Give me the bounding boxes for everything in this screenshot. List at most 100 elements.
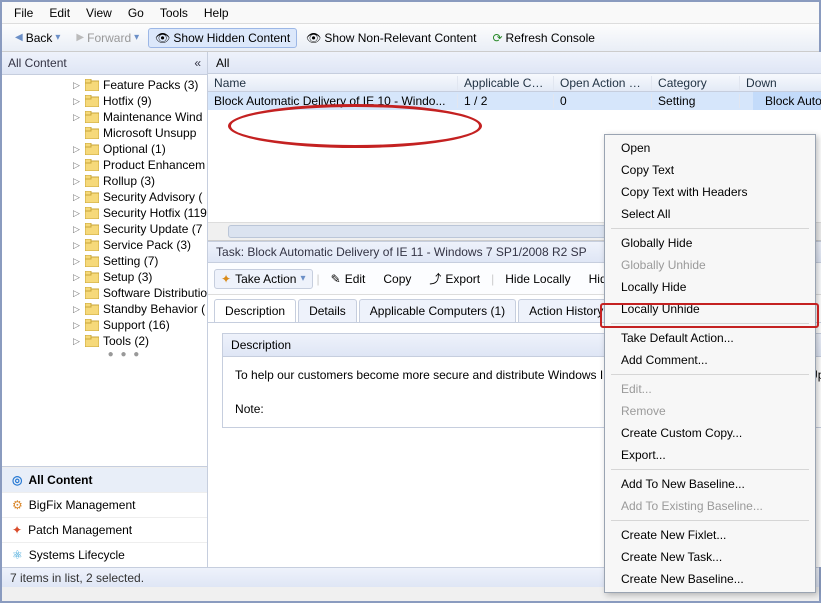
tree-item[interactable]: ▷Hotfix (9): [2, 93, 207, 109]
col-applicable[interactable]: Applicable Co...: [458, 76, 554, 90]
nav-label: All Content: [28, 473, 92, 487]
col-name[interactable]: Name: [208, 76, 458, 90]
menu-view[interactable]: View: [78, 4, 120, 22]
context-menu-item[interactable]: Create Custom Copy...: [607, 422, 813, 444]
edit-button[interactable]: ✎ Edit: [324, 269, 373, 289]
tree-item[interactable]: ▷Tools (2): [2, 333, 207, 349]
refresh-button[interactable]: ⟳ Refresh Console: [485, 28, 601, 48]
tab-description[interactable]: Description: [214, 299, 296, 322]
show-hidden-button[interactable]: 👁 Show Hidden Content: [148, 28, 297, 48]
expand-icon[interactable]: ▷: [72, 192, 81, 203]
context-menu-item[interactable]: Add Comment...: [607, 349, 813, 371]
menu-tools[interactable]: Tools: [152, 4, 196, 22]
tree-item[interactable]: Microsoft Unsupp: [2, 125, 207, 141]
take-action-button[interactable]: ✦ Take Action ▾: [214, 269, 312, 289]
tree-item[interactable]: ▷ Standby Behavior (: [2, 301, 207, 317]
grid-row[interactable]: Block Automatic Delivery of IE 11 - Wind…: [753, 92, 821, 110]
tree-item[interactable]: ▷Software Distributio: [2, 285, 207, 301]
context-menu-item[interactable]: Create New Fixlet...: [607, 524, 813, 546]
tree-item[interactable]: ▷Setting (7): [2, 253, 207, 269]
col-open-action[interactable]: Open Action C...: [554, 76, 652, 90]
context-menu-item[interactable]: Locally Unhide: [607, 298, 813, 320]
expand-icon[interactable]: ▷: [72, 224, 81, 235]
nav-item[interactable]: ◎ All Content: [2, 467, 207, 492]
tree-item-label: Standby Behavior (: [103, 302, 205, 316]
tree-item[interactable]: ▷Maintenance Wind: [2, 109, 207, 125]
context-menu-item[interactable]: Select All: [607, 203, 813, 225]
expand-icon[interactable]: ▷: [72, 336, 81, 347]
export-button[interactable]: ⤴ Export: [422, 267, 487, 290]
copy-button[interactable]: Copy: [376, 269, 418, 289]
col-category[interactable]: Category: [652, 76, 740, 90]
context-menu-item[interactable]: Open: [607, 137, 813, 159]
context-menu-item[interactable]: Copy Text: [607, 159, 813, 181]
expand-icon[interactable]: ▷: [72, 176, 81, 187]
tree-item-label: Security Advisory (: [103, 190, 202, 204]
tab-details[interactable]: Details: [298, 299, 357, 322]
context-menu-item[interactable]: Copy Text with Headers: [607, 181, 813, 203]
nav-icon: ⚙: [12, 498, 23, 512]
expand-icon[interactable]: ▷: [72, 272, 81, 283]
nav-label: Patch Management: [28, 523, 132, 537]
context-menu-item: Globally Unhide: [607, 254, 813, 276]
show-nonrelevant-button[interactable]: 👁 Show Non-Relevant Content: [299, 28, 483, 48]
expand-icon[interactable]: ▷: [72, 320, 81, 331]
pencil-icon: ✎: [331, 272, 341, 286]
tree-item[interactable]: ▷ Support (16): [2, 317, 207, 333]
content-header-label: All: [208, 56, 237, 70]
tree-item[interactable]: ▷Rollup (3): [2, 173, 207, 189]
menu-help[interactable]: Help: [196, 4, 237, 22]
nav-icon: ◎: [12, 473, 22, 487]
tree-item[interactable]: ▷Feature Packs (3): [2, 77, 207, 93]
export-label: Export: [445, 272, 480, 286]
tree-item[interactable]: ▷ Service Pack (3): [2, 237, 207, 253]
tree-item[interactable]: ▷ Security Advisory (: [2, 189, 207, 205]
tab-applicable-computers[interactable]: Applicable Computers (1): [359, 299, 516, 322]
context-menu-item[interactable]: Locally Hide: [607, 276, 813, 298]
tree-item[interactable]: ▷Optional (1): [2, 141, 207, 157]
col-download[interactable]: Down: [740, 76, 821, 90]
tree-item-label: Support (16): [103, 318, 170, 332]
context-menu-item[interactable]: Add To New Baseline...: [607, 473, 813, 495]
expand-icon[interactable]: ▷: [72, 288, 81, 299]
folder-icon: [85, 239, 99, 251]
expand-icon[interactable]: ▷: [72, 256, 81, 267]
menu-go[interactable]: Go: [120, 4, 152, 22]
menu-edit[interactable]: Edit: [41, 4, 78, 22]
context-menu-item[interactable]: Export...: [607, 444, 813, 466]
expand-icon[interactable]: ▷: [72, 112, 81, 123]
tree-more[interactable]: ● ● ●: [2, 349, 207, 360]
chevron-down-icon: ▾: [55, 32, 60, 43]
nav-item[interactable]: ✦Patch Management: [2, 517, 207, 542]
hide-locally-button[interactable]: Hide Locally: [498, 269, 577, 289]
grid-row[interactable]: Block Automatic Delivery of IE 10 - Wind…: [208, 92, 821, 110]
context-menu-item[interactable]: Create New Baseline...: [607, 568, 813, 590]
tree-item-label: Service Pack (3): [103, 238, 191, 252]
context-menu-item[interactable]: Create New Task...: [607, 546, 813, 568]
tree-item[interactable]: ▷ Product Enhancem: [2, 157, 207, 173]
forward-button[interactable]: ▶ Forward ▾: [69, 28, 146, 48]
expand-icon[interactable]: ▷: [72, 96, 81, 107]
tree-item[interactable]: ▷Security Update (7: [2, 221, 207, 237]
expand-icon[interactable]: ▷: [72, 160, 81, 171]
expand-icon[interactable]: ▷: [72, 304, 81, 315]
tree-item-label: Product Enhancem: [103, 158, 205, 172]
tree-item[interactable]: ▷Security Hotfix (119: [2, 205, 207, 221]
collapse-button[interactable]: «: [194, 56, 201, 70]
nav-item[interactable]: ⚙BigFix Management: [2, 492, 207, 517]
expand-icon[interactable]: ▷: [72, 80, 81, 91]
back-button[interactable]: ◀ Back ▾: [8, 28, 67, 48]
tree[interactable]: ▷Feature Packs (3)▷Hotfix (9)▷Maintenanc…: [2, 75, 207, 466]
expand-icon[interactable]: ▷: [72, 144, 81, 155]
nav-item[interactable]: ⚛Systems Lifecycle: [2, 542, 207, 567]
scrollbar-thumb[interactable]: [228, 225, 658, 238]
tree-item[interactable]: ▷Setup (3): [2, 269, 207, 285]
expand-icon[interactable]: ▷: [72, 208, 81, 219]
tab-action-history[interactable]: Action History: [518, 299, 614, 322]
menu-file[interactable]: File: [6, 4, 41, 22]
export-icon: ⤴: [429, 270, 441, 287]
context-menu-item[interactable]: Take Default Action...: [607, 327, 813, 349]
context-menu-item[interactable]: Globally Hide: [607, 232, 813, 254]
expand-icon[interactable]: ▷: [72, 240, 81, 251]
left-panel-header: All Content «: [2, 52, 207, 75]
